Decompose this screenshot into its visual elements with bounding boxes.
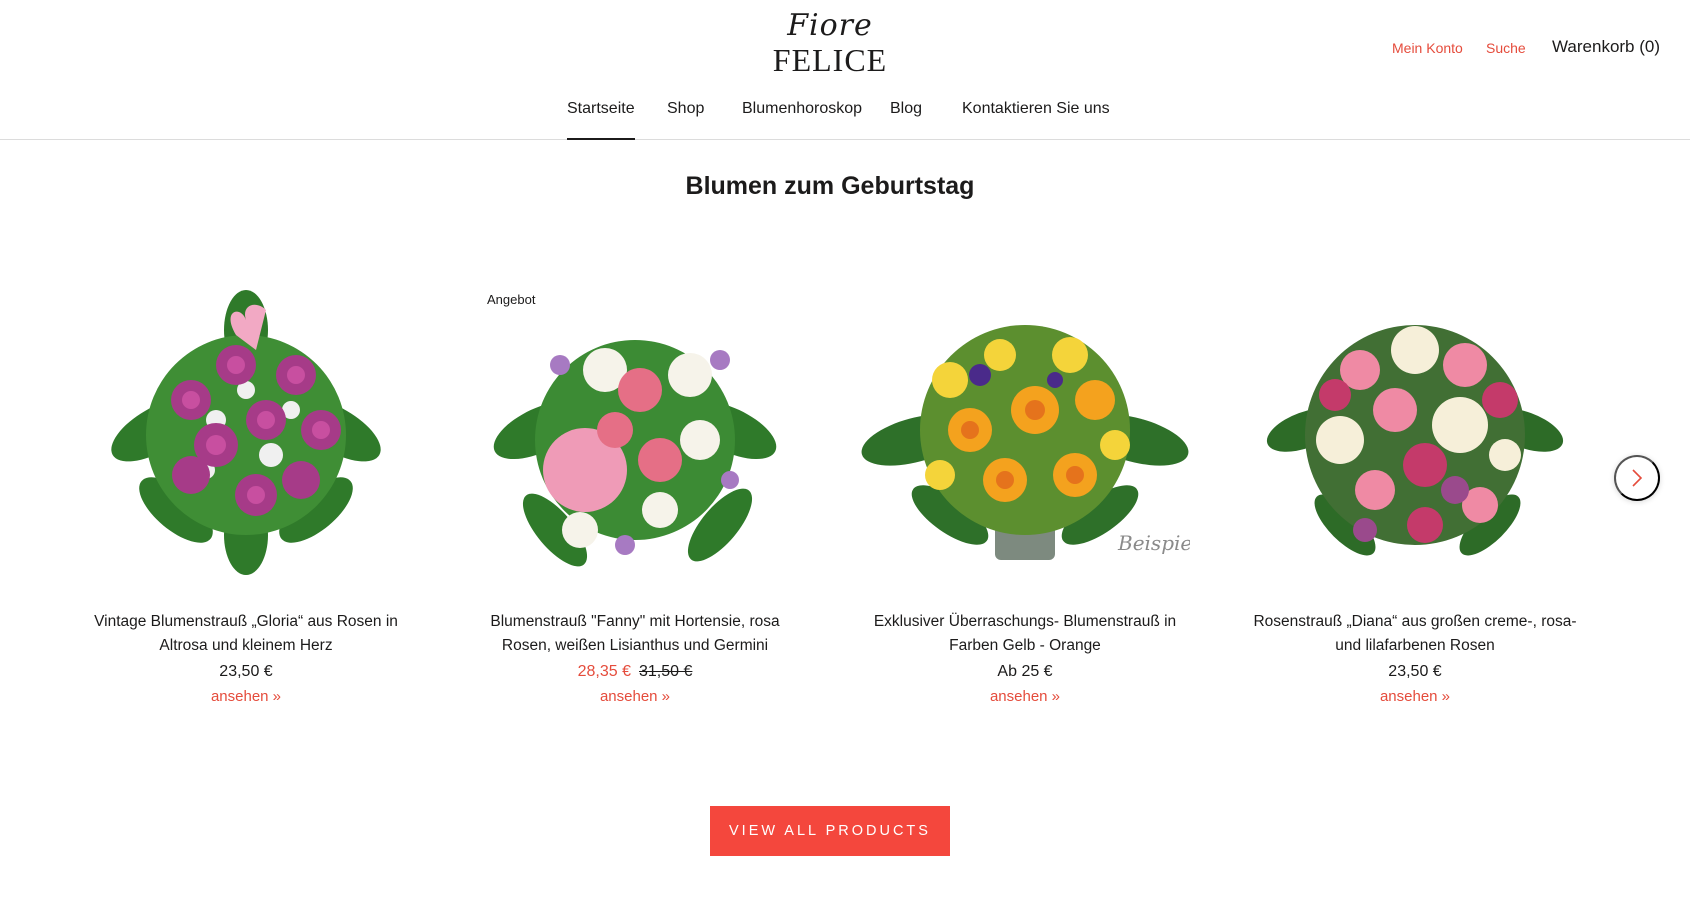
logo-main-text: FELICE [772, 42, 888, 78]
product-price: 23,50 € [219, 663, 273, 680]
nav-item-kontakt[interactable]: Kontaktieren Sie uns [962, 100, 1110, 140]
section-title: Blumen zum Geburtstag [685, 172, 975, 200]
sale-price: 28,35 € [577, 663, 631, 680]
product-view-link[interactable]: ansehen » [855, 688, 1195, 705]
product-image[interactable] [76, 280, 416, 610]
product-view-link[interactable]: ansehen » [1245, 688, 1585, 705]
bouquet-image-purple [111, 290, 381, 575]
main-nav: Startseite Shop Blumenhoroskop Blog Kont… [0, 96, 1690, 140]
nav-item-startseite[interactable]: Startseite [567, 100, 635, 140]
product-title[interactable]: Blumenstrauß "Fanny" mit Hortensie, rosa… [465, 610, 805, 658]
product-price: Ab 25 € [997, 663, 1053, 680]
nav-item-blumenhoroskop[interactable]: Blumenhoroskop [742, 100, 862, 140]
product-title[interactable]: Vintage Blumenstrauß „Gloria“ aus Rosen … [76, 610, 416, 658]
product-title[interactable]: Rosenstrauß „Diana“ aus großen creme-, r… [1245, 610, 1585, 658]
nav-item-blog[interactable]: Blog [890, 100, 922, 140]
logo[interactable]: Fiore FELICE [760, 8, 900, 80]
search-link[interactable]: Suche [1486, 40, 1526, 56]
product-price: 23,50 € [1388, 663, 1442, 680]
account-link[interactable]: Mein Konto [1392, 40, 1463, 56]
product-price: 28,35 € 31,50 € [465, 663, 805, 685]
product-card[interactable]: Blumenstrauß "Fanny" mit Hortensie, rosa… [465, 280, 805, 705]
site-header: Fiore FELICE Mein Konto Suche Warenkorb … [0, 0, 1690, 140]
carousel-next-button[interactable] [1614, 455, 1660, 501]
old-price: 31,50 € [639, 663, 693, 680]
chevron-right-icon [1632, 469, 1643, 487]
product-title[interactable]: Exklusiver Überraschungs- Blumenstrauß i… [855, 610, 1195, 658]
product-view-link[interactable]: ansehen » [76, 688, 416, 705]
bouquet-image-roses [1266, 325, 1564, 556]
product-card[interactable]: Vintage Blumenstrauß „Gloria“ aus Rosen … [76, 280, 416, 705]
watermark-text: Beispiel [1117, 531, 1190, 555]
bouquet-image-yellow: Beispiel [861, 325, 1190, 560]
product-card[interactable]: Beispiel Exklusiver Überraschungs- Blume… [855, 280, 1195, 705]
product-image[interactable] [1245, 280, 1585, 610]
nav-item-shop[interactable]: Shop [667, 100, 704, 140]
product-view-link[interactable]: ansehen » [465, 688, 805, 705]
logo-script-text: Fiore [787, 8, 873, 43]
cart-link[interactable]: Warenkorb (0) [1552, 37, 1660, 57]
view-all-products-button[interactable]: VIEW ALL PRODUCTS [710, 806, 950, 856]
product-image[interactable] [465, 280, 805, 610]
bouquet-image-pink [493, 340, 777, 567]
product-card[interactable]: Rosenstrauß „Diana“ aus großen creme-, r… [1245, 280, 1585, 705]
product-image[interactable]: Beispiel [855, 280, 1195, 610]
